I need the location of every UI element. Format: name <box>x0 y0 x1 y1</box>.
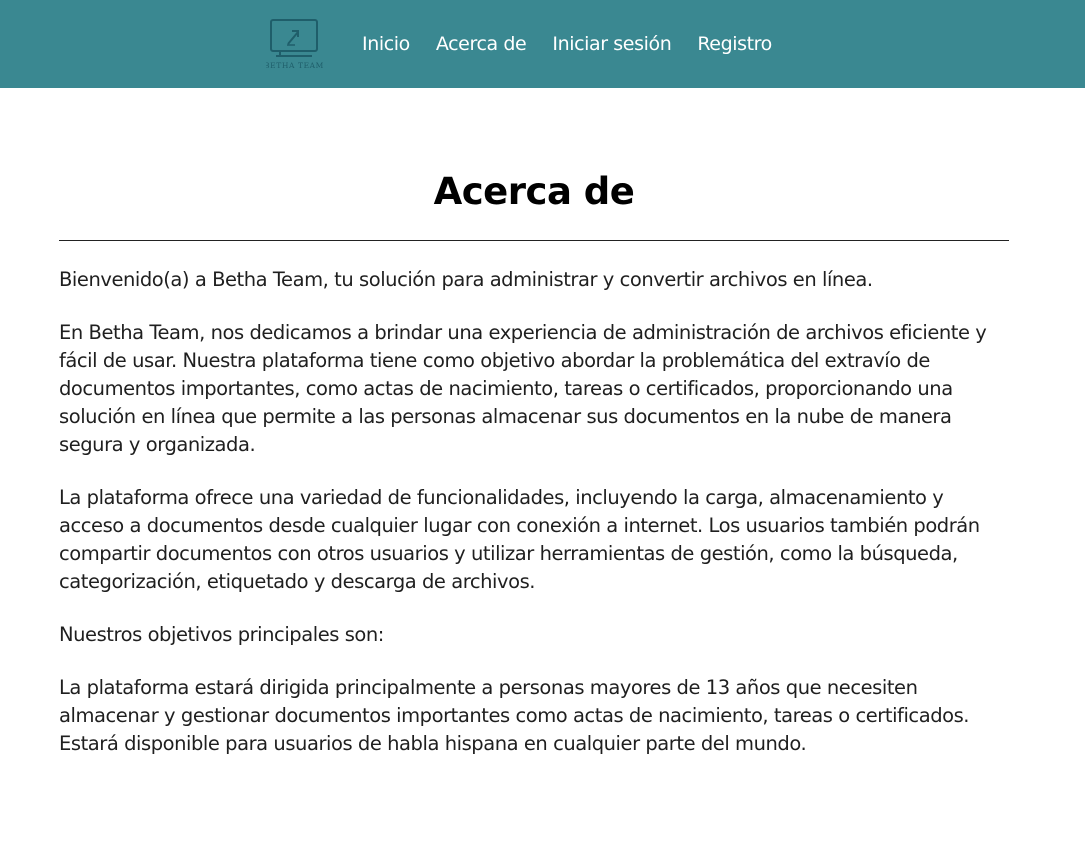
mission-paragraph: En Betha Team, nos dedicamos a brindar u… <box>59 321 987 456</box>
logo-text: BETHA TEAM <box>266 61 324 70</box>
navbar: BETHA TEAM Inicio Acerca de Iniciar sesi… <box>0 0 1085 88</box>
logo[interactable]: BETHA TEAM <box>264 18 324 72</box>
title-divider <box>59 240 1009 241</box>
audience-paragraph: La plataforma estará dirigida principalm… <box>59 676 970 755</box>
objectives-heading-paragraph: Nuestros objetivos principales son: <box>59 623 384 646</box>
nav-link-inicio[interactable]: Inicio <box>362 30 410 58</box>
intro-paragraph: Bienvenido(a) a Betha Team, tu solución … <box>59 268 873 291</box>
nav-links: Inicio Acerca de Iniciar sesión Registro <box>362 30 798 58</box>
monitor-arrow-icon: BETHA TEAM <box>264 19 324 70</box>
page-title: Acerca de <box>433 170 635 213</box>
main-content: Acerca de Bienvenido(a) a Betha Team, tu… <box>59 165 1009 758</box>
nav-link-registro[interactable]: Registro <box>697 30 772 58</box>
nav-link-acerca-de[interactable]: Acerca de <box>436 30 527 58</box>
nav-link-iniciar-sesion[interactable]: Iniciar sesión <box>552 30 671 58</box>
features-paragraph: La plataforma ofrece una variedad de fun… <box>59 486 980 593</box>
